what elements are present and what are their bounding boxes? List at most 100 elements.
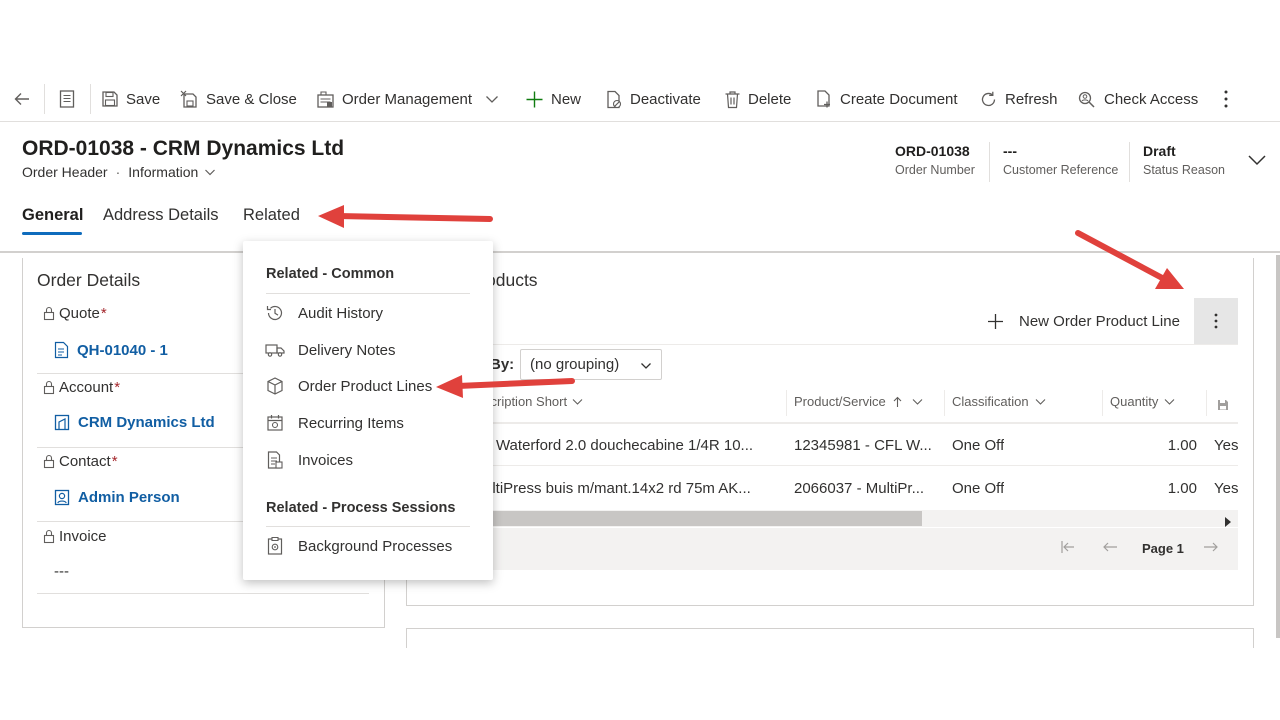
account-label: Account xyxy=(59,379,114,396)
menu-item-audit-history[interactable]: Audit History xyxy=(265,301,383,325)
sort-ascending-icon xyxy=(893,396,902,407)
account-lookup-value[interactable]: CRM Dynamics Ltd xyxy=(54,414,215,431)
menu-item-label: Invoices xyxy=(298,451,354,469)
next-page-button[interactable] xyxy=(1203,540,1219,557)
invoice-value[interactable]: --- xyxy=(54,563,69,580)
contact-link[interactable]: Admin Person xyxy=(78,489,180,506)
tab-general[interactable]: General xyxy=(22,206,83,225)
header-expand-button[interactable] xyxy=(1247,153,1267,172)
menu-item-label: Recurring Items xyxy=(298,414,404,432)
row2-classification[interactable]: One Off xyxy=(952,480,1004,497)
group-by-select[interactable]: (no grouping) xyxy=(520,349,662,380)
row2-product[interactable]: 2066037 - MultiPr... xyxy=(794,480,939,497)
column-header-editable[interactable] xyxy=(1217,398,1229,416)
form-subtitle: Order Header · Information xyxy=(22,164,216,180)
subgrid-more-button[interactable] xyxy=(1194,298,1238,344)
menu-item-invoices[interactable]: Invoices xyxy=(265,448,353,472)
account-field-label: Account * xyxy=(43,379,120,396)
column-header-product-label: Product/Service xyxy=(794,394,886,409)
form-selector-button[interactable] xyxy=(58,76,76,122)
required-marker: * xyxy=(111,453,118,470)
entity-name: Order Header xyxy=(22,164,108,180)
create-document-icon xyxy=(817,90,830,108)
save-close-button[interactable]: Save & Close xyxy=(180,76,297,122)
menu-item-order-product-lines[interactable]: Order Product Lines xyxy=(265,374,432,398)
row1-product[interactable]: 12345981 - CFL W... xyxy=(794,437,939,454)
required-marker: * xyxy=(114,379,121,396)
column-header-quantity[interactable]: Quantity xyxy=(1110,394,1175,409)
status-reason-value: Draft xyxy=(1143,143,1176,159)
lock-icon xyxy=(43,454,55,469)
menu-item-delivery-notes[interactable]: Delivery Notes xyxy=(265,338,396,362)
more-vertical-icon xyxy=(1214,313,1218,329)
delete-button[interactable]: Delete xyxy=(724,76,791,122)
history-icon xyxy=(266,305,283,321)
chevron-down-icon[interactable] xyxy=(204,166,216,178)
new-order-product-line-button[interactable]: New Order Product Line xyxy=(986,308,1180,334)
save-button[interactable]: Save xyxy=(101,76,160,122)
order-management-label: Order Management xyxy=(342,90,473,108)
row2-flag[interactable]: Yes xyxy=(1214,480,1238,497)
column-header-product-service[interactable]: Product/Service xyxy=(794,394,923,409)
row2-quantity[interactable]: 1.00 xyxy=(1110,480,1197,497)
related-common-header: Related - Common xyxy=(266,266,395,282)
first-page-icon xyxy=(1061,541,1074,553)
quote-label: Quote xyxy=(59,305,100,322)
deactivate-button[interactable]: Deactivate xyxy=(605,76,701,122)
toolbar-divider xyxy=(90,84,91,114)
create-document-button[interactable]: Create Document xyxy=(815,76,958,122)
check-access-button[interactable]: Check Access xyxy=(1077,76,1198,122)
row1-description[interactable]: L Waterford 2.0 douchecabine 1/4R 10... xyxy=(484,437,784,454)
account-link[interactable]: CRM Dynamics Ltd xyxy=(78,414,215,431)
quote-field-label: Quote * xyxy=(43,305,107,322)
refresh-button[interactable]: Refresh xyxy=(979,76,1058,122)
order-number-label: Order Number xyxy=(895,163,975,177)
deactivate-label: Deactivate xyxy=(630,90,701,108)
quote-lookup-value[interactable]: QH-01040 - 1 xyxy=(54,341,168,359)
tab-address-details[interactable]: Address Details xyxy=(103,206,219,225)
create-document-label: Create Document xyxy=(840,90,958,108)
save-icon xyxy=(1218,400,1228,410)
menu-item-background-processes[interactable]: Background Processes xyxy=(265,534,452,558)
chevron-down-icon xyxy=(1035,398,1045,405)
contact-lookup-value[interactable]: Admin Person xyxy=(54,489,180,506)
new-button[interactable]: New xyxy=(525,76,581,122)
check-access-label: Check Access xyxy=(1104,90,1199,108)
scrollbar-thumb[interactable] xyxy=(420,511,922,526)
header-field-order-number: ORD-01038 Order Number xyxy=(895,143,975,177)
first-page-button[interactable] xyxy=(1060,540,1076,557)
tab-related[interactable]: Related xyxy=(243,206,300,225)
menu-item-label: Background Processes xyxy=(298,537,453,555)
save-label: Save xyxy=(126,90,161,108)
column-header-description[interactable]: scription Short xyxy=(484,394,583,409)
page-title: ORD-01038 - CRM Dynamics Ltd xyxy=(22,137,345,160)
more-commands-button[interactable] xyxy=(1218,76,1234,122)
column-header-classification[interactable]: Classification xyxy=(952,394,1046,409)
order-management-dropdown[interactable] xyxy=(485,76,499,122)
row2-description[interactable]: ultiPress buis m/mant.14x2 rd 75m AK... xyxy=(484,480,784,497)
order-management-button[interactable]: Order Management xyxy=(316,76,472,122)
refresh-icon xyxy=(981,91,996,106)
row1-flag[interactable]: Yes xyxy=(1214,437,1238,454)
header-field-customer-reference: --- Customer Reference xyxy=(1003,143,1118,177)
row1-quantity[interactable]: 1.00 xyxy=(1110,437,1197,454)
column-divider[interactable] xyxy=(1206,390,1207,416)
page-scrollbar[interactable] xyxy=(1276,255,1280,638)
quote-link[interactable]: QH-01040 - 1 xyxy=(77,342,168,359)
new-label: New xyxy=(551,90,582,108)
next-section xyxy=(406,628,1254,648)
previous-page-button[interactable] xyxy=(1102,540,1118,557)
form-selector[interactable]: Information xyxy=(128,164,198,180)
row-divider xyxy=(408,465,1238,466)
column-divider[interactable] xyxy=(1102,390,1103,416)
back-button[interactable] xyxy=(12,76,32,122)
save-close-label: Save & Close xyxy=(206,90,297,108)
column-divider[interactable] xyxy=(944,390,945,416)
row1-classification[interactable]: One Off xyxy=(952,437,1004,454)
order-management-icon xyxy=(317,90,334,108)
column-divider[interactable] xyxy=(786,390,787,416)
triangle-right-icon xyxy=(1225,517,1231,527)
chevron-down-icon xyxy=(912,398,923,405)
lock-icon xyxy=(43,380,55,395)
menu-item-recurring-items[interactable]: Recurring Items xyxy=(265,411,404,435)
